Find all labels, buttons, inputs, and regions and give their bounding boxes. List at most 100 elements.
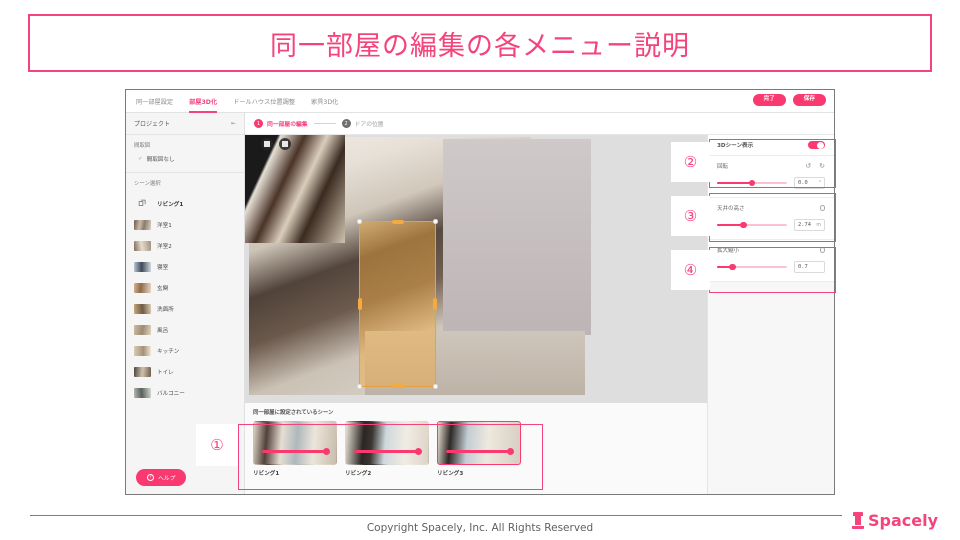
scene-section-title: シーン選択 bbox=[134, 181, 161, 187]
sidebar-item-yoshitsu2[interactable]: 洋室2 bbox=[134, 235, 236, 256]
spacely-logo: Spacely bbox=[851, 511, 938, 530]
scene-thumb-image[interactable] bbox=[345, 421, 429, 465]
ceiling-height-value-field[interactable]: 2.74 m bbox=[794, 219, 825, 231]
handle-top-right[interactable] bbox=[433, 219, 438, 224]
step-edit-same-room[interactable]: 1 同一部屋の編集 bbox=[254, 119, 308, 128]
same-room-scene-strip: 同一部屋に設定されているシーン リビング1 リビング2 リビング3 bbox=[245, 403, 707, 494]
rotation-icons: ↺ ↻ bbox=[805, 163, 825, 170]
handle-bottom-right[interactable] bbox=[433, 384, 438, 389]
done-button[interactable]: 完了 bbox=[752, 94, 786, 106]
tab-room-3d[interactable]: 部屋3D化 bbox=[189, 90, 218, 113]
scene-thumb-label: リビング3 bbox=[437, 471, 464, 477]
sidebar-item-label: キッチン bbox=[157, 348, 180, 355]
tab-dollhouse-adjust[interactable]: ドールハウス位置調整 bbox=[233, 90, 295, 113]
slider-knob[interactable] bbox=[729, 263, 736, 271]
scene-3d-display-label: 3Dシーン表示 bbox=[717, 143, 754, 149]
ceiling-height-row: 2.74 m bbox=[717, 219, 825, 231]
reset-icon[interactable] bbox=[819, 247, 825, 253]
main-area: 1 同一部屋の編集 2 ドアの位置 3Dシーン表示 回転 ↺ ↻ 0.0 ° 天… bbox=[245, 113, 834, 494]
viewport-tool-buttons bbox=[261, 138, 291, 150]
sidebar-item-kitchen[interactable]: キッチン bbox=[134, 340, 236, 361]
sidebar-title: プロジェクト bbox=[134, 121, 171, 128]
scale-slider[interactable] bbox=[717, 263, 787, 271]
annotation-marker-text: ② bbox=[683, 152, 698, 171]
scene-thumb-living1[interactable]: リビング1 bbox=[253, 421, 337, 477]
scene-thumb-image[interactable] bbox=[437, 421, 521, 465]
tab-same-room-setting[interactable]: 同一部屋設定 bbox=[136, 90, 173, 113]
sidebar-item-label: 寝室 bbox=[157, 264, 169, 271]
handle-top-mid[interactable] bbox=[391, 219, 404, 225]
floorplan-none-item[interactable]: ✓ 間取図なし bbox=[134, 155, 236, 163]
scene-thumbnail bbox=[134, 303, 151, 314]
scene-thumbnail bbox=[134, 324, 151, 335]
handle-bottom-mid[interactable] bbox=[391, 383, 404, 389]
check-icon: ✓ bbox=[138, 156, 143, 162]
panorama-wall-region bbox=[443, 139, 591, 335]
rotation-value-field[interactable]: 0.0 ° bbox=[794, 177, 825, 189]
ceiling-height-label: 天井の高さ bbox=[717, 206, 745, 212]
floorplan-section-title: 間取図 bbox=[134, 143, 151, 149]
step-label: 同一部屋の編集 bbox=[267, 122, 308, 128]
slider-knob[interactable] bbox=[322, 447, 330, 456]
step-label: ドアの位置 bbox=[354, 122, 384, 128]
door-selection-rect[interactable] bbox=[357, 219, 438, 389]
scene-thumb-living2[interactable]: リビング2 bbox=[345, 421, 429, 477]
rotate-right-icon[interactable]: ↻ bbox=[819, 163, 825, 170]
slider-knob[interactable] bbox=[506, 447, 514, 456]
slider-knob[interactable] bbox=[748, 179, 756, 187]
scene-3d-display-toggle[interactable] bbox=[808, 140, 825, 150]
scene-thumbnail bbox=[134, 282, 151, 293]
rotation-slider[interactable] bbox=[717, 179, 787, 187]
step-door-position[interactable]: 2 ドアの位置 bbox=[341, 119, 384, 128]
sidebar-item-balcony[interactable]: バルコニー bbox=[134, 382, 236, 403]
sidebar-item-label: 洗面所 bbox=[157, 306, 174, 313]
grid-view-icon[interactable] bbox=[279, 138, 291, 150]
sidebar-item-living1[interactable]: リビング1 bbox=[134, 193, 236, 214]
rotation-label: 回転 bbox=[717, 164, 729, 170]
sidebar-item-entrance[interactable]: 玄関 bbox=[134, 277, 236, 298]
slider-knob[interactable] bbox=[740, 221, 747, 229]
layers-icon bbox=[134, 199, 151, 208]
annotation-marker-4: ④ bbox=[671, 250, 710, 290]
sidebar-item-yoshitsu1[interactable]: 洋室1 bbox=[134, 214, 236, 235]
sidebar-item-bedroom[interactable]: 寝室 bbox=[134, 256, 236, 277]
panorama-viewport[interactable] bbox=[245, 135, 707, 403]
tab-furniture-3d[interactable]: 家具3D化 bbox=[311, 90, 338, 113]
scene-thumbnail bbox=[134, 366, 151, 377]
rotate-left-icon[interactable]: ↺ bbox=[805, 163, 811, 170]
question-mark-icon: ? bbox=[147, 474, 154, 481]
ceiling-height-slider[interactable] bbox=[717, 221, 787, 229]
scene-thumbnail bbox=[134, 261, 151, 272]
split-view-icon[interactable] bbox=[261, 138, 273, 150]
handle-bottom-left[interactable] bbox=[357, 384, 362, 389]
scene-thumb-slider[interactable] bbox=[354, 447, 422, 456]
page-title: 同一部屋の編集の各メニュー説明 bbox=[270, 30, 690, 62]
handle-left-mid[interactable] bbox=[357, 298, 363, 310]
scene-thumb-living3[interactable]: リビング3 bbox=[437, 421, 521, 477]
collapse-icon[interactable]: ⇤ bbox=[231, 120, 236, 127]
handle-top-left[interactable] bbox=[357, 219, 362, 224]
rotation-control-header: 回転 ↺ ↻ bbox=[717, 162, 825, 171]
panorama-overlay-image bbox=[245, 135, 345, 243]
sidebar-item-bath[interactable]: 風呂 bbox=[134, 319, 236, 340]
annotation-marker-2: ② bbox=[671, 142, 710, 182]
scene-thumb-image[interactable] bbox=[253, 421, 337, 465]
slider-knob[interactable] bbox=[414, 447, 422, 456]
sidebar-item-label: 洋室2 bbox=[157, 243, 172, 250]
sidebar-item-toilet[interactable]: トイレ bbox=[134, 361, 236, 382]
step-number: 2 bbox=[341, 119, 351, 128]
annotation-marker-1: ① bbox=[196, 424, 238, 466]
scene-thumb-slider[interactable] bbox=[262, 447, 330, 456]
help-button[interactable]: ? ヘルプ bbox=[136, 469, 187, 486]
scale-label: 拡大縮小 bbox=[717, 248, 740, 254]
save-button[interactable]: 保存 bbox=[792, 94, 826, 106]
handle-right-mid[interactable] bbox=[432, 298, 438, 310]
help-button-label: ヘルプ bbox=[158, 476, 176, 482]
scale-value-field[interactable]: 0.7 bbox=[794, 261, 825, 273]
scene-thumbnail bbox=[134, 219, 151, 230]
scale-value: 0.7 bbox=[798, 264, 808, 270]
reset-icon[interactable] bbox=[819, 205, 825, 211]
sidebar-item-washroom[interactable]: 洗面所 bbox=[134, 298, 236, 319]
scene-thumb-slider[interactable] bbox=[446, 447, 514, 456]
sidebar-item-label: トイレ bbox=[157, 369, 174, 376]
